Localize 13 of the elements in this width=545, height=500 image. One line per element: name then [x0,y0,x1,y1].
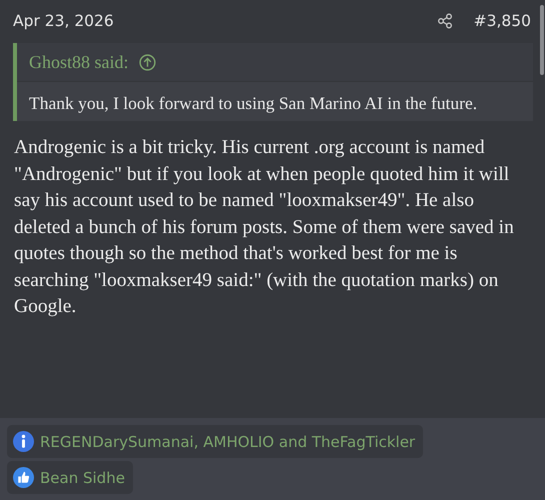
reaction-users[interactable]: Bean Sidhe [40,468,125,486]
info-icon [13,431,34,452]
quote-author-link[interactable]: Ghost88 said: [29,52,129,72]
reaction-bar[interactable]: REGENDarySumanai, AMHOLIO and TheFagTickler [7,425,424,458]
share-icon[interactable] [436,13,453,29]
quote-text: Thank you, I look forward to using San Marino AI in the future. [28,92,478,115]
thumbs-up-icon [13,467,34,488]
post-body: Androgenic is a bit tricky. His current .org account is named "Androgenic" but if you look at when people quoted him it will say his account used to be named "looxmakser49". He also deleted a bunch of his forum posts. Some of them were saved in quotes though so the method that's worked best for me is searching "looxmakser49 said:" (with the quotation marks) on Google. [13,136,515,319]
scrollbar[interactable] [540,5,544,75]
reaction-bar[interactable]: Bean Sidhe [7,461,133,494]
post-date: Apr 23, 2026 [13,12,115,30]
post-number-link[interactable]: #3,850 [474,12,531,30]
reaction-users[interactable]: REGENDarySumanai, AMHOLIO and TheFagTickler [40,432,416,450]
